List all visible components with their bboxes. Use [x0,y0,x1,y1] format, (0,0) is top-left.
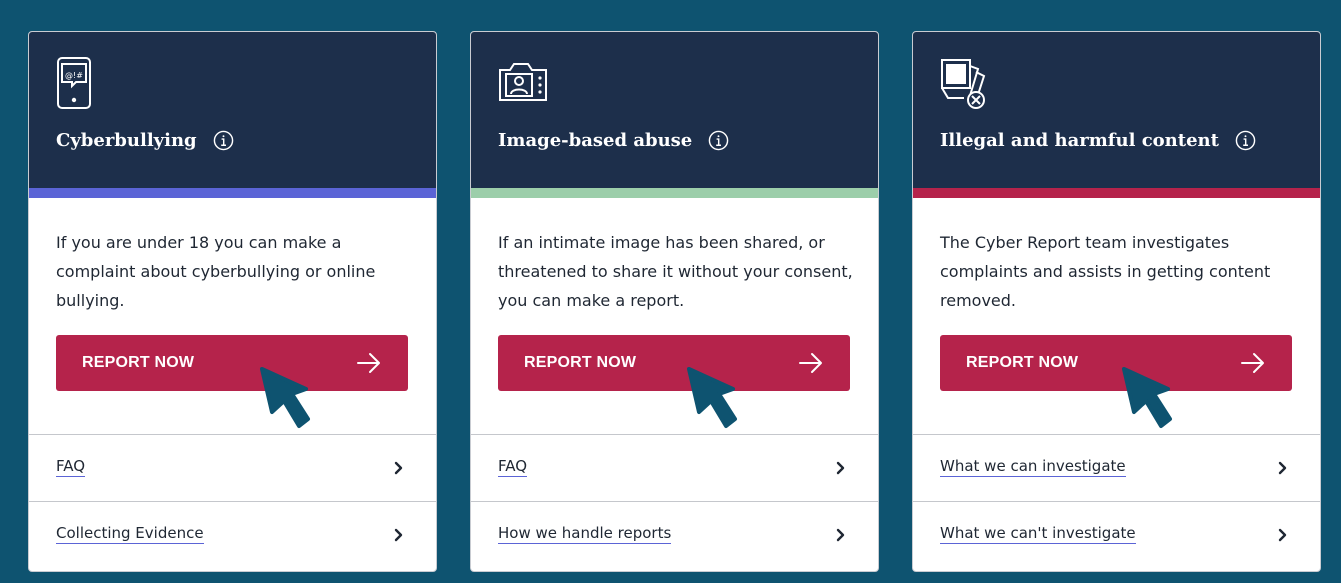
arrow-right-icon [356,352,382,374]
card-description: The Cyber Report team investigates compl… [940,233,1271,310]
card-title: Cyberbullying [56,130,197,151]
card-body: The Cyber Report team investigates compl… [913,198,1320,435]
card-title: Illegal and harmful content [940,130,1219,151]
link-collecting-evidence[interactable]: Collecting Evidence [56,524,204,544]
card-title-row: Image-based abuse [498,130,729,151]
link-row-faq[interactable]: FAQ [29,435,436,501]
card-image-based-abuse: Image-based abuse If an intimate image h… [470,31,879,572]
card-description: If you are under 18 you can make a compl… [56,233,376,310]
link-how-we-handle-reports[interactable]: How we handle reports [498,524,672,544]
report-now-label: REPORT NOW [966,354,1079,371]
card-illegal-harmful-content: Illegal and harmful content The Cyber Re… [912,31,1321,572]
link-faq[interactable]: FAQ [498,457,528,477]
report-now-button[interactable]: REPORT NOW [940,335,1292,391]
chevron-right-icon [836,461,846,475]
info-icon[interactable] [708,130,729,151]
info-icon[interactable] [1235,130,1256,151]
card-body: If an intimate image has been shared, or… [471,198,878,435]
link-row-collecting-evidence[interactable]: Collecting Evidence [29,501,436,567]
report-now-label: REPORT NOW [524,354,637,371]
link-row-faq[interactable]: FAQ [471,435,878,501]
link-row-what-we-cant-investigate[interactable]: What we can't investigate [913,501,1320,567]
accent-bar [29,188,436,198]
arrow-right-icon [798,352,824,374]
info-icon[interactable] [213,130,234,151]
accent-bar [913,188,1320,198]
link-faq[interactable]: FAQ [56,457,86,477]
link-what-we-can-investigate[interactable]: What we can investigate [940,457,1126,477]
card-title-row: Illegal and harmful content [940,130,1256,151]
chevron-right-icon [836,528,846,542]
card-header: @!# Cyberbullying [29,32,436,188]
phone-chat-icon: @!# [56,56,92,110]
accent-bar [471,188,878,198]
chevron-right-icon [1278,461,1288,475]
svg-text:@!#: @!# [65,71,83,80]
arrow-right-icon [1240,352,1266,374]
camera-person-icon [498,60,548,102]
card-cyberbullying: @!# Cyberbullying If you are under 18 yo… [28,31,437,572]
report-now-label: REPORT NOW [82,354,195,371]
card-header: Illegal and harmful content [913,32,1320,188]
report-now-button[interactable]: REPORT NOW [498,335,850,391]
link-row-what-we-can-investigate[interactable]: What we can investigate [913,435,1320,501]
card-title: Image-based abuse [498,130,693,151]
blocked-images-icon [940,58,988,110]
chevron-right-icon [394,528,404,542]
chevron-right-icon [394,461,404,475]
report-now-button[interactable]: REPORT NOW [56,335,408,391]
link-row-how-we-handle-reports[interactable]: How we handle reports [471,501,878,567]
card-title-row: Cyberbullying [56,130,234,151]
card-header: Image-based abuse [471,32,878,188]
card-body: If you are under 18 you can make a compl… [29,198,436,435]
link-what-we-cant-investigate[interactable]: What we can't investigate [940,524,1136,544]
card-description: If an intimate image has been shared, or… [498,233,853,310]
chevron-right-icon [1278,528,1288,542]
